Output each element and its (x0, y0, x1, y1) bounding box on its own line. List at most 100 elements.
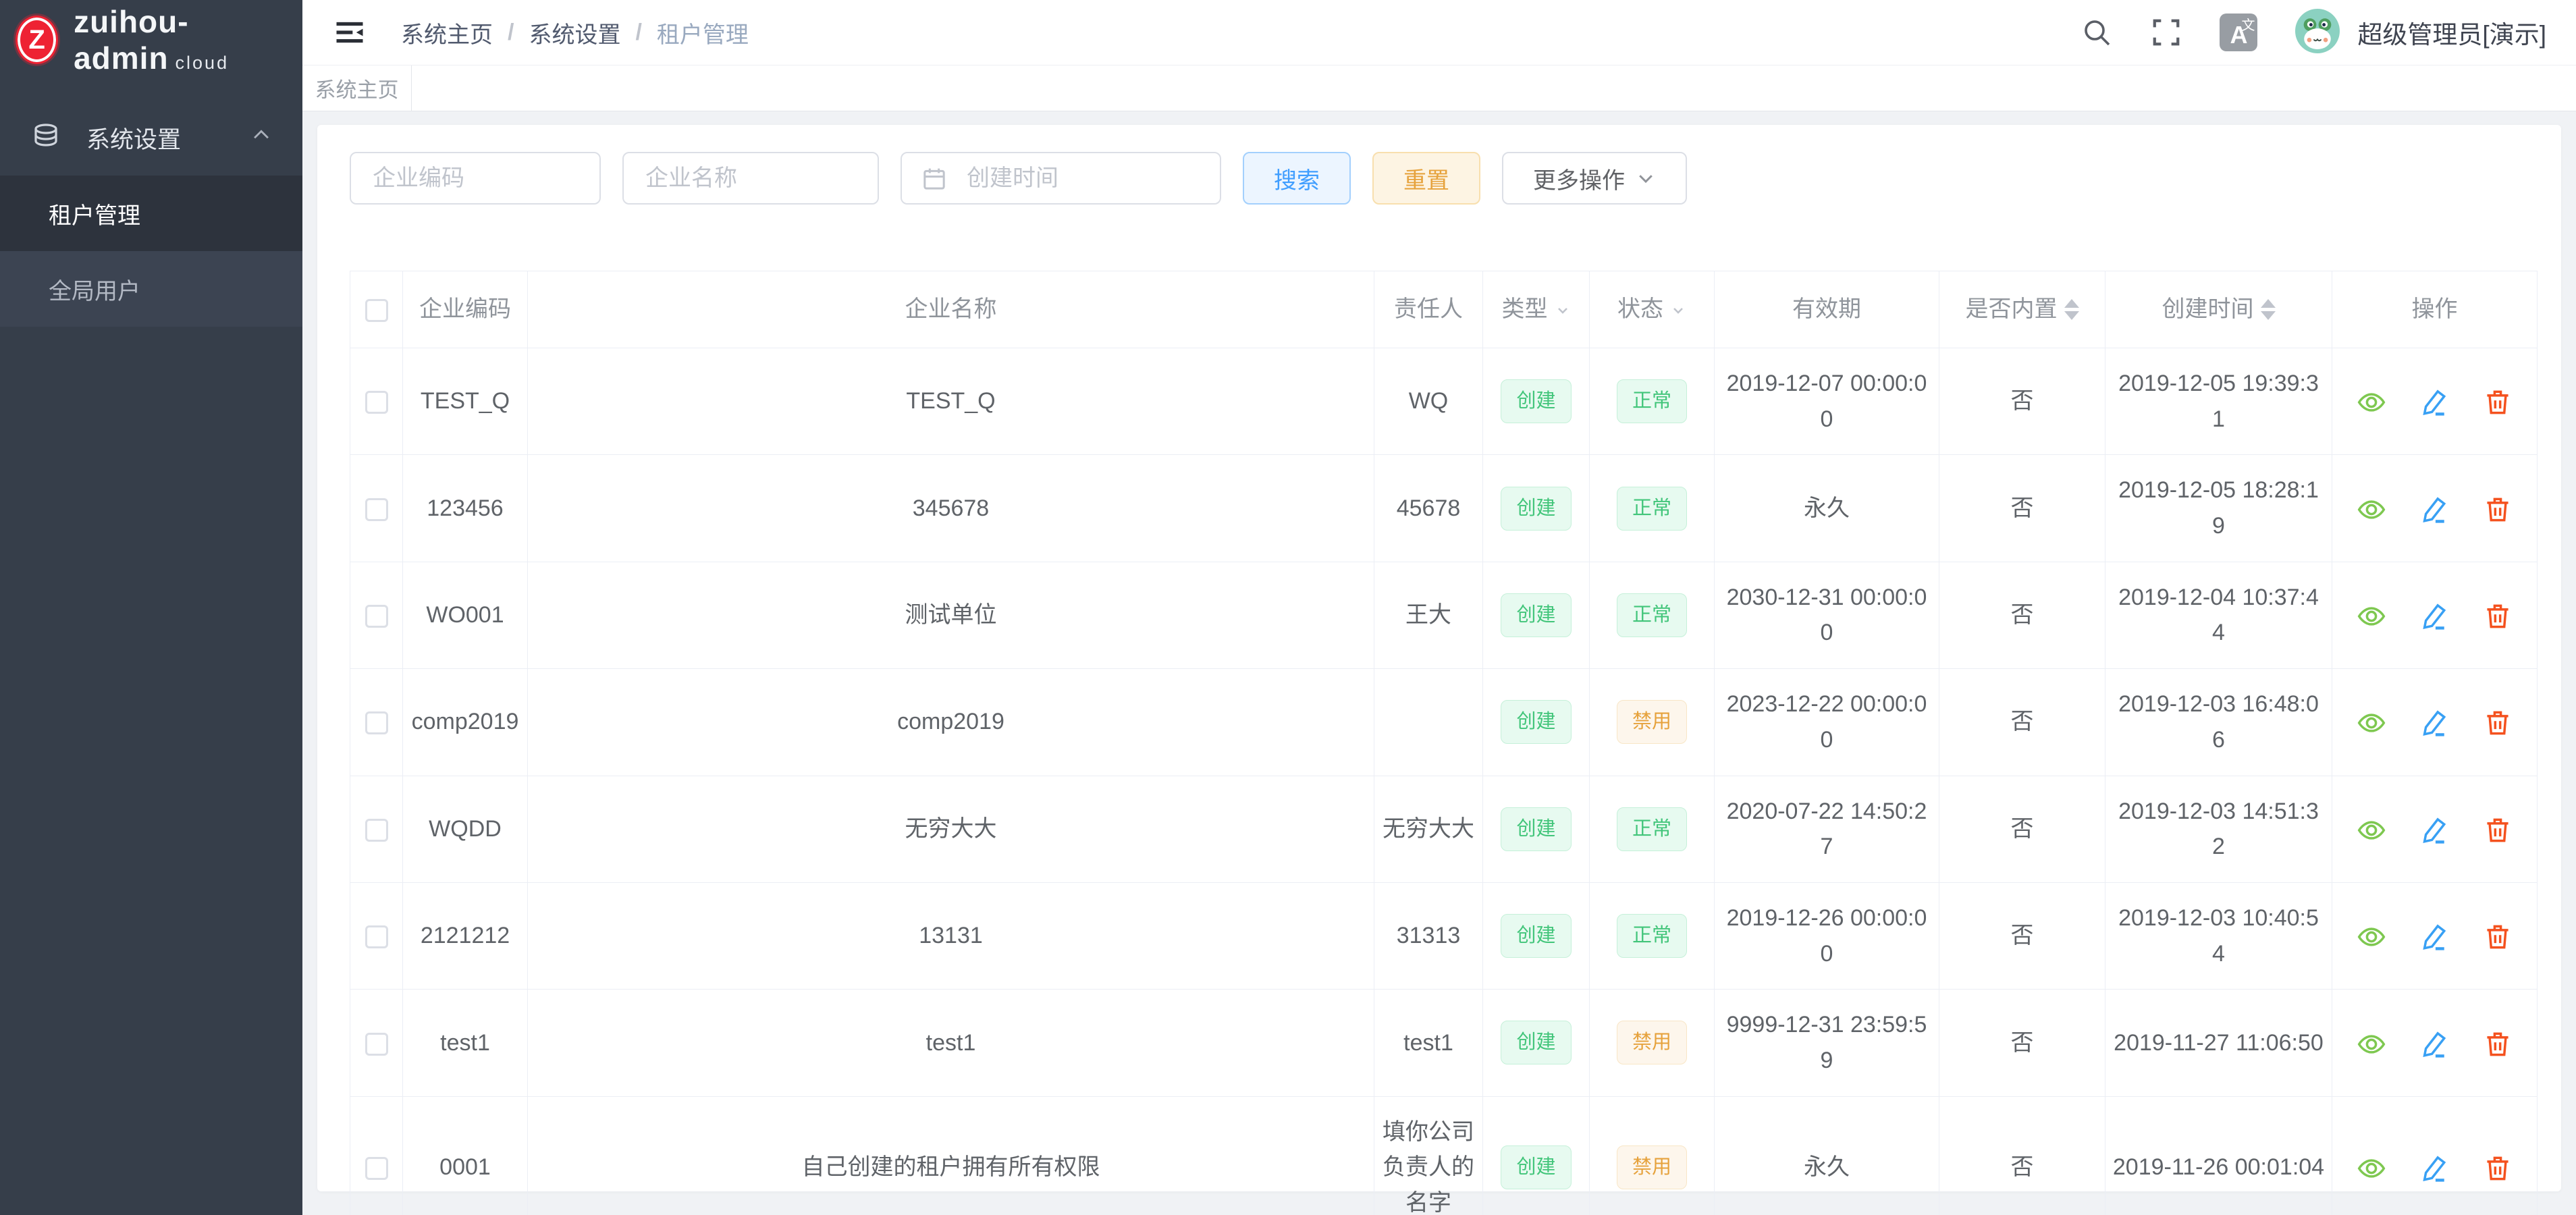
edit-icon[interactable] (2420, 708, 2450, 738)
view-icon[interactable] (2357, 815, 2386, 845)
created-time-picker[interactable] (901, 152, 1221, 205)
table-row: test1 test1 test1 创建 禁用 9999-12-31 23:59… (350, 990, 2538, 1096)
delete-icon[interactable] (2483, 1154, 2513, 1183)
sort-icon[interactable] (2261, 299, 2276, 320)
view-icon[interactable] (2357, 922, 2386, 952)
view-icon[interactable] (2357, 1029, 2386, 1059)
filter-icon (1555, 302, 1571, 318)
cell-validity: 2023-12-22 00:00:00 (1715, 669, 1939, 776)
view-icon[interactable] (2357, 601, 2386, 631)
view-icon[interactable] (2357, 708, 2386, 738)
cell-code: 123456 (403, 455, 528, 562)
row-checkbox[interactable] (365, 1157, 388, 1180)
search-icon[interactable] (2081, 16, 2113, 49)
collapse-sidebar-icon[interactable] (332, 15, 367, 50)
cell-owner: 31313 (1374, 882, 1483, 989)
cell-builtin: 否 (1939, 990, 2105, 1096)
tab-system-home[interactable]: 系统主页 (302, 65, 412, 111)
header-builtin[interactable]: 是否内置 (1939, 271, 2105, 348)
search-button[interactable]: 搜索 (1243, 152, 1351, 205)
cell-created: 2019-11-27 11:06:50 (2105, 990, 2332, 1096)
enterprise-code-input[interactable] (350, 152, 601, 205)
breadcrumb-settings[interactable]: 系统设置 (529, 16, 620, 49)
user-menu[interactable]: 超级管理员[演示] (2295, 9, 2546, 57)
more-actions-button[interactable]: 更多操作 (1502, 152, 1687, 205)
app-title: zuihou-admin (74, 4, 189, 76)
type-tag: 创建 (1501, 1021, 1571, 1064)
header-builtin-label: 是否内置 (1966, 292, 2058, 327)
cell-builtin: 否 (1939, 562, 2105, 668)
type-tag: 创建 (1501, 487, 1571, 531)
cell-owner: 王大 (1374, 562, 1483, 668)
table-row: 0001 自己创建的租户拥有所有权限 填你公司负责人的名字 创建 禁用 永久 否… (350, 1096, 2538, 1215)
sidebar-item-tenant-management[interactable]: 租户管理 (0, 176, 302, 251)
delete-icon[interactable] (2483, 601, 2513, 631)
edit-icon[interactable] (2420, 1154, 2450, 1183)
breadcrumb-home[interactable]: 系统主页 (401, 16, 493, 49)
select-all-checkbox[interactable] (365, 299, 388, 322)
status-tag: 禁用 (1617, 1021, 1687, 1064)
language-icon[interactable]: A 文 (2220, 14, 2257, 51)
created-time-input[interactable] (901, 152, 1221, 205)
breadcrumb-current: 租户管理 (657, 16, 749, 49)
cell-name: TEST_Q (528, 348, 1374, 455)
cell-validity: 2019-12-07 00:00:00 (1715, 348, 1939, 455)
edit-icon[interactable] (2420, 1029, 2450, 1059)
delete-icon[interactable] (2483, 495, 2513, 524)
table-row: 123456 345678 45678 创建 正常 永久 否 2019-12-0… (350, 455, 2538, 562)
app-root: Z zuihou-admincloud 系统设置 (0, 0, 2576, 1215)
fullscreen-icon[interactable] (2151, 17, 2182, 48)
table-row: 2121212 13131 31313 创建 正常 2019-12-26 00:… (350, 882, 2538, 989)
tenant-table: 企业编码 企业名称 责任人 类型 状态 有效期 是否内置 创建时间 操作 (350, 271, 2538, 1215)
header-status[interactable]: 状态 (1590, 271, 1715, 348)
row-checkbox[interactable] (365, 819, 388, 842)
cell-code: comp2019 (403, 669, 528, 776)
row-checkbox[interactable] (365, 498, 388, 521)
edit-icon[interactable] (2420, 387, 2450, 417)
cell-owner: 45678 (1374, 455, 1483, 562)
delete-icon[interactable] (2483, 922, 2513, 952)
view-icon[interactable] (2357, 387, 2386, 417)
topbar-actions: A 文 (2081, 9, 2546, 57)
header-created-label: 创建时间 (2162, 292, 2254, 327)
delete-icon[interactable] (2483, 387, 2513, 417)
cell-validity: 永久 (1715, 1096, 1939, 1215)
cell-code: test1 (403, 990, 528, 1096)
delete-icon[interactable] (2483, 1029, 2513, 1059)
cell-name: test1 (528, 990, 1374, 1096)
breadcrumb: 系统主页 / 系统设置 / 租户管理 (401, 16, 749, 49)
edit-icon[interactable] (2420, 922, 2450, 952)
cell-name: 自己创建的租户拥有所有权限 (528, 1096, 1374, 1215)
row-checkbox[interactable] (365, 711, 388, 734)
header-code: 企业编码 (403, 271, 528, 348)
edit-icon[interactable] (2420, 495, 2450, 524)
header-type[interactable]: 类型 (1483, 271, 1590, 348)
content: 搜索 重置 更多操作 (302, 111, 2576, 1215)
row-checkbox[interactable] (365, 605, 388, 628)
header-created[interactable]: 创建时间 (2105, 271, 2332, 348)
enterprise-name-input[interactable] (622, 152, 879, 205)
edit-icon[interactable] (2420, 815, 2450, 845)
row-checkbox[interactable] (365, 391, 388, 414)
logo-letter: Z (28, 25, 45, 55)
header-validity: 有效期 (1715, 271, 1939, 348)
edit-icon[interactable] (2420, 601, 2450, 631)
row-checkbox[interactable] (365, 925, 388, 948)
reset-button[interactable]: 重置 (1372, 152, 1480, 205)
row-checkbox[interactable] (365, 1033, 388, 1056)
view-icon[interactable] (2357, 1154, 2386, 1183)
main-area: 系统主页 / 系统设置 / 租户管理 A (302, 0, 2576, 1215)
sort-icon[interactable] (2064, 299, 2079, 320)
cell-created: 2019-12-05 18:28:19 (2105, 455, 2332, 562)
status-tag: 正常 (1617, 487, 1687, 531)
sidebar: Z zuihou-admincloud 系统设置 (0, 0, 302, 1215)
delete-icon[interactable] (2483, 708, 2513, 738)
sidebar-item-global-users[interactable]: 全局用户 (0, 251, 302, 327)
cell-name: 13131 (528, 882, 1374, 989)
sidebar-group-settings[interactable]: 系统设置 (0, 100, 302, 176)
tags-view-bar: 系统主页 (302, 65, 2576, 111)
delete-icon[interactable] (2483, 815, 2513, 845)
cell-created: 2019-12-03 10:40:54 (2105, 882, 2332, 989)
view-icon[interactable] (2357, 495, 2386, 524)
cell-validity: 9999-12-31 23:59:59 (1715, 990, 1939, 1096)
